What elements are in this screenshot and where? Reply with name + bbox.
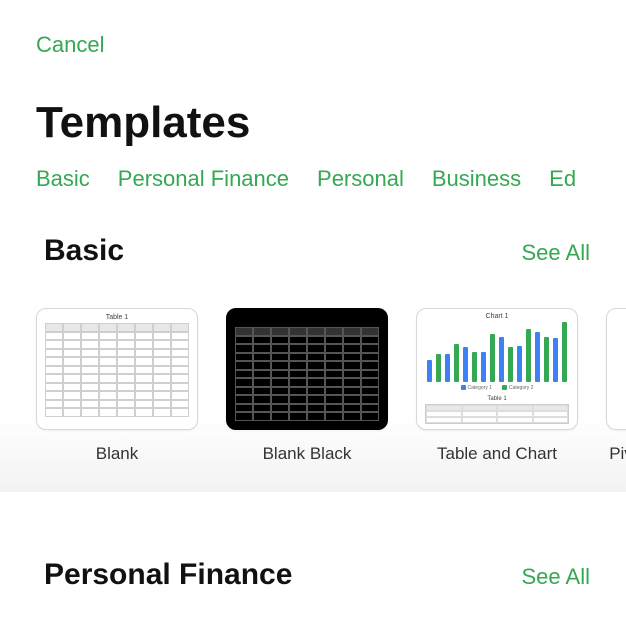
tab-personal[interactable]: Personal [317, 166, 404, 192]
thumbnail-blank: Table 1 [36, 308, 198, 430]
thumb-title: Table 1 [37, 309, 197, 323]
section-title-basic: Basic [44, 234, 124, 268]
tab-business[interactable]: Business [432, 166, 521, 192]
chart-title: Chart 1 [417, 309, 577, 322]
thumbnail-table-chart: Chart 1 Category 1 Category 2 Table 1 [416, 308, 578, 430]
template-row-basic[interactable]: Table 1 Blank Blank Black Chart 1 Catego… [0, 268, 626, 492]
tab-education[interactable]: Ed [549, 166, 576, 192]
see-all-basic[interactable]: See All [522, 240, 591, 266]
template-label: Piv [609, 444, 626, 464]
tab-personal-finance[interactable]: Personal Finance [118, 166, 289, 192]
template-label: Blank Black [263, 444, 352, 464]
section-personal-finance: Personal Finance See All [0, 534, 626, 592]
cancel-button[interactable]: Cancel [36, 32, 104, 58]
thumb-mini-table [425, 404, 569, 424]
template-table-and-chart[interactable]: Chart 1 Category 1 Category 2 Table 1 Ta… [416, 308, 578, 464]
template-blank-black[interactable]: Blank Black [226, 308, 388, 464]
template-label: Blank [96, 444, 139, 464]
chart-legend: Category 1 Category 2 [417, 382, 577, 394]
template-pivot[interactable]: Piv [606, 308, 626, 464]
section-title-personal-finance: Personal Finance [44, 558, 292, 592]
see-all-personal-finance[interactable]: See All [522, 564, 591, 590]
thumbnail-pivot [606, 308, 626, 430]
template-blank[interactable]: Table 1 Blank [36, 308, 198, 464]
page-title: Templates [0, 98, 626, 148]
thumb-table-title: Table 1 [417, 394, 577, 402]
template-label: Table and Chart [437, 444, 557, 464]
category-tabs: Basic Personal Finance Personal Business… [0, 148, 626, 192]
tab-basic[interactable]: Basic [36, 166, 90, 192]
thumbnail-blank-black [226, 308, 388, 430]
chart-bars [417, 322, 577, 382]
section-basic: Basic See All Table 1 Blank Blank Black … [0, 234, 626, 492]
